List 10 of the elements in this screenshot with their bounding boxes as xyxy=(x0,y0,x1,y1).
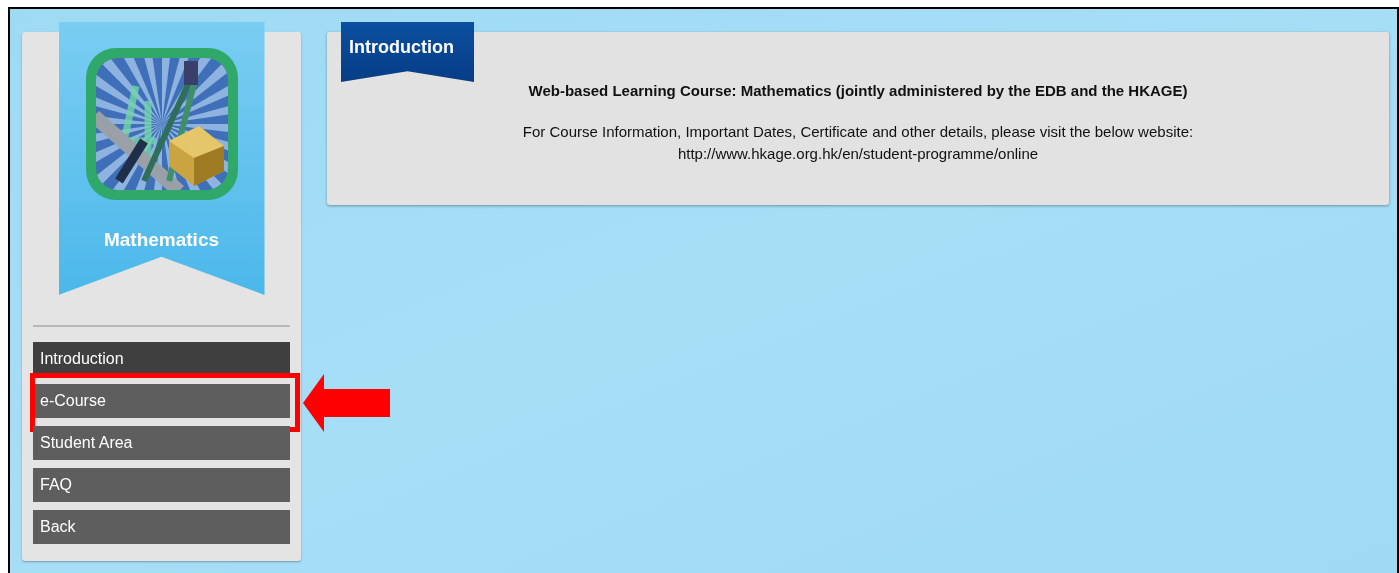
nav-item[interactable]: e-Course xyxy=(33,384,290,418)
nav-item[interactable]: Introduction xyxy=(33,342,290,376)
website-link[interactable]: http://www.hkage.org.hk/en/student-programme/online xyxy=(677,143,1039,166)
subject-title: Mathematics xyxy=(103,228,220,252)
nav-item[interactable]: FAQ xyxy=(33,468,290,502)
nav-item[interactable]: Student Area xyxy=(33,426,290,460)
arrow-icon xyxy=(303,374,390,432)
nav-item[interactable]: Back xyxy=(33,510,290,544)
course-info-text: For Course Information, Important Dates, Certificate and other details, please visit the below website: xyxy=(522,121,1194,142)
course-heading: Web-based Learning Course: Mathematics (jointly administered by the EDB and the HKAGE) xyxy=(528,81,1188,101)
